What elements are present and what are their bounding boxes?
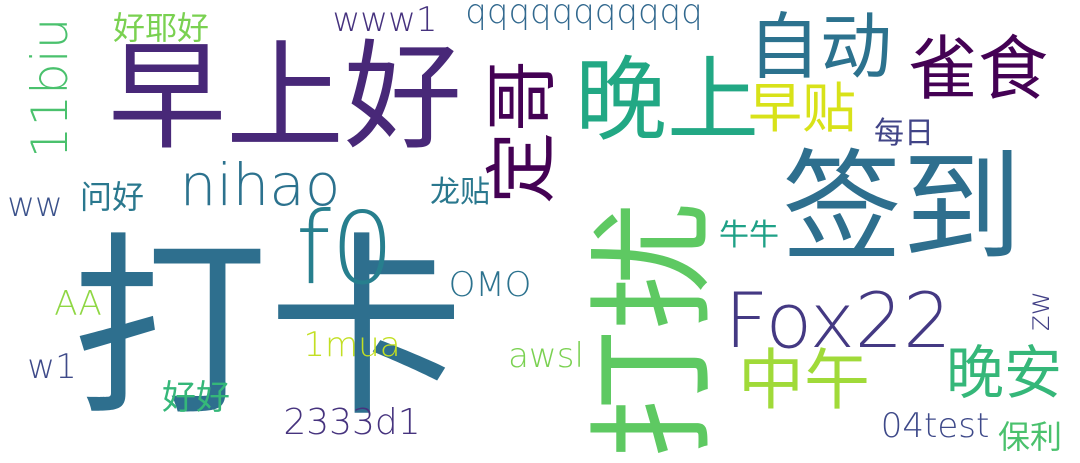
word-zaotie: 早贴: [748, 77, 856, 140]
word-wanan: 晚安: [945, 339, 1063, 407]
word-ww: ww: [7, 185, 63, 225]
word-longtie: 龙贴: [430, 175, 490, 210]
word-wanshang: 晚上: [574, 47, 760, 154]
word-darao: 打扰: [580, 201, 729, 459]
word-11biu: 11biu: [21, 17, 79, 159]
word-1mua: 1mua: [303, 325, 401, 365]
word-niuniu: 牛牛: [719, 218, 779, 253]
word-zw: zw: [1022, 290, 1057, 332]
word-04test: 04test: [880, 406, 990, 446]
word-qiandao: 签到: [782, 139, 1022, 278]
word-omo: OMO: [448, 265, 532, 305]
word-dakai: 打卡: [71, 216, 465, 444]
word-queshi: 雀食: [908, 28, 1048, 110]
word-haohao: 好好: [162, 378, 230, 418]
word-haoyehao: 好耶好: [112, 9, 210, 47]
word-zidong: 自动: [747, 5, 893, 89]
word-meiri: 每日: [874, 116, 934, 151]
word-wenhao: 问好: [79, 178, 145, 216]
word-aa: AA: [54, 284, 102, 324]
word-nihao: nihao: [179, 151, 341, 219]
word-awsl: awsl: [508, 336, 584, 376]
word-baoli: 保利: [997, 418, 1063, 456]
word-dingqing: 定哥: [480, 59, 564, 205]
word-www1: www1: [332, 0, 438, 40]
word-qqq: qqqqqqqqqqq: [465, 0, 703, 32]
word-zhongwu: 中午: [738, 342, 870, 419]
word-w1: w1: [27, 347, 77, 387]
word-2333d1: 2333d1: [283, 402, 421, 443]
word-cloud: 打卡 早上好 签到 打扰 晚上 Fox22 f0 自动 雀食 nihao 中午 晚安 早贴 定哥 11biu…: [0, 0, 1080, 463]
word-zaoshanghao: 早上好: [107, 28, 463, 166]
